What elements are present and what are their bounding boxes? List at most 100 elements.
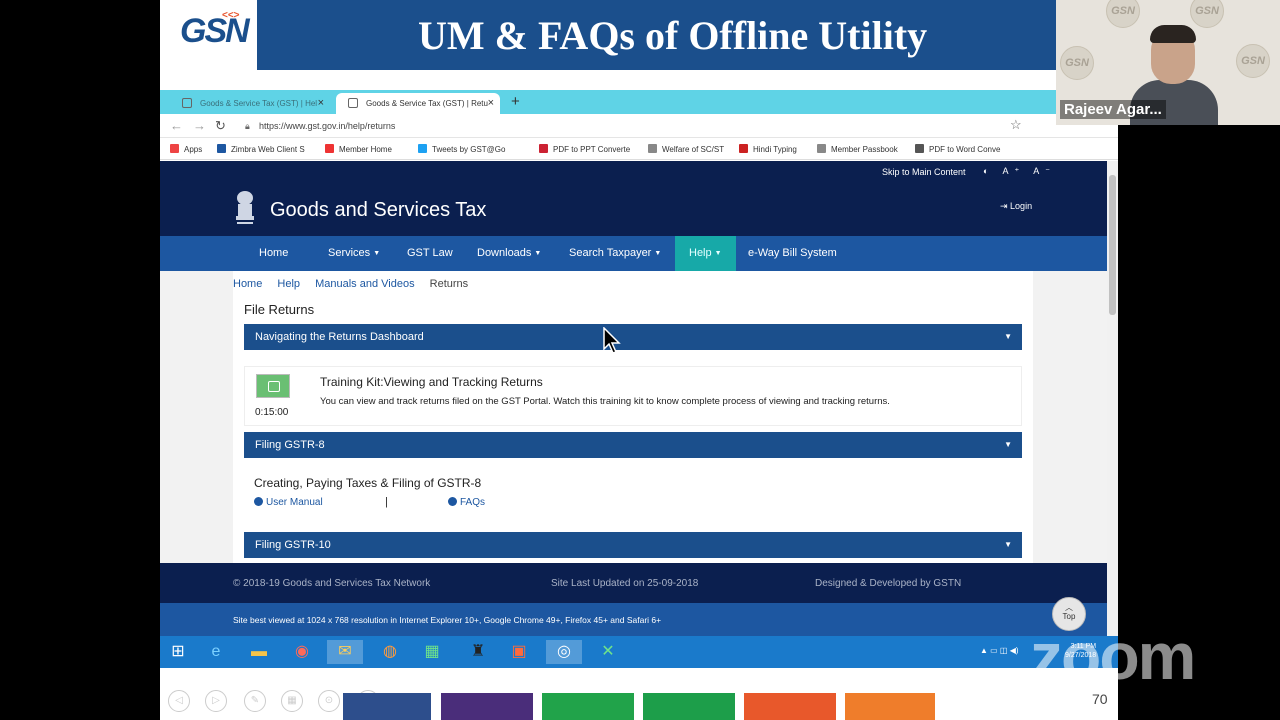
breadcrumb-item[interactable]: Home [233,278,262,290]
bookmark-item[interactable]: Apps [170,144,202,154]
gstn-badge-icon: GSN [1060,46,1094,80]
file-explorer-icon[interactable]: ▬ [241,640,277,664]
zoom-icon[interactable]: ⊙ [318,690,340,712]
accordion-returns-dashboard[interactable]: Navigating the Returns Dashboard ▼ [244,324,1022,350]
bookmark-item[interactable]: Zimbra Web Client S [217,144,305,154]
nav-item-services[interactable]: Services ▼ [314,236,394,271]
bookmark-item[interactable]: PDF to Word Conve [915,144,1000,154]
bookmark-label: Tweets by GST@Go [432,145,506,154]
color-block [441,693,533,720]
training-kit-description: You can view and track returns filed on … [320,396,890,407]
chrome-icon[interactable]: ◎ [546,640,582,664]
close-icon[interactable]: × [488,97,494,109]
forward-icon[interactable]: → [193,118,206,133]
tab-favicon-icon [348,98,358,108]
login-link[interactable]: ⇥ Login [1000,201,1032,212]
spreadsheet-icon[interactable]: ▦ [414,640,450,664]
excel-icon[interactable]: ✕ [590,640,626,664]
national-emblem-icon [236,191,254,224]
breadcrumb-item[interactable]: Help [277,278,300,290]
bookmark-label: Member Passbook [831,145,898,154]
bookmark-item[interactable]: PDF to PPT Converte [539,144,630,154]
back-icon[interactable]: ← [170,118,183,133]
participant-video[interactable]: GSN GSN GSN GSN Rajeev Agar... [1056,0,1280,125]
user-manual-link[interactable]: User Manual [254,497,323,508]
main-content: Home Help Manuals and Videos Returns Fil… [160,271,1107,563]
app-icon[interactable]: ◉ [284,640,320,664]
bookmark-favicon-icon [217,144,226,153]
app-icon[interactable]: ♜ [460,640,496,664]
section-title: File Returns [244,302,315,317]
nav-label: e-Way Bill System [748,247,837,259]
nav-label: Home [259,247,289,259]
training-kit-title[interactable]: Training Kit:Viewing and Tracking Return… [320,375,543,389]
page-scrollbar[interactable] [1107,161,1118,636]
bookmark-item[interactable]: Welfare of SC/ST [648,144,724,154]
browser-toolbar: ← → ↻ 🔒︎ https://www.gst.gov.in/help/ret… [160,114,1118,138]
nav-item-help[interactable]: Help ▼ [675,236,736,271]
browser-tab[interactable]: Goods & Service Tax (GST) | Hel × [170,93,330,114]
scrollbar-thumb[interactable] [1109,175,1116,315]
pen-icon[interactable]: ✎ [244,690,266,712]
chevron-up-icon: ︿ [1065,603,1073,612]
accordion-filing-gstr10[interactable]: Filing GSTR-10 ▼ [244,532,1022,558]
bookmark-label: PDF to PPT Converte [553,145,631,154]
browser-tab-active[interactable]: Goods & Service Tax (GST) | Retu × [336,93,500,114]
browser-tab-strip: Goods & Service Tax (GST) | Hel × Goods … [160,90,1118,114]
windows-start-icon[interactable]: ⊞ [160,640,196,664]
slides-grid-icon[interactable]: ▦ [281,690,303,712]
accordion-filing-gstr8[interactable]: Filing GSTR-8 ▼ [244,432,1022,458]
slideshow-next-icon[interactable]: ▷ [205,690,227,712]
bookmark-favicon-icon [817,144,826,153]
bookmark-favicon-icon [325,144,334,153]
color-block [643,693,735,720]
system-tray[interactable]: ▲ ▭ ◫ ◀) [980,646,1019,655]
powerpoint-icon[interactable]: ▣ [501,640,537,664]
video-duration: 0:15:00 [255,407,289,418]
nav-label: Help [689,247,712,259]
skip-to-content-link[interactable]: Skip to Main Content [882,167,966,177]
bookmark-label: Apps [184,145,203,154]
breadcrumb-item[interactable]: Manuals and Videos [315,278,414,290]
user-manual-label: User Manual [266,497,323,508]
caret-down-icon: ▼ [373,250,381,257]
caret-down-icon: ▼ [654,250,662,257]
bookmark-item[interactable]: Tweets by GST@Go [418,144,505,154]
nav-item-downloads[interactable]: Downloads ▼ [463,236,555,271]
bookmark-item[interactable]: Member Home [325,144,392,154]
color-block [744,693,836,720]
breadcrumb-separator [268,278,271,290]
bookmark-favicon-icon [648,144,657,153]
nav-item-gst-law[interactable]: GST Law [393,236,467,271]
close-icon[interactable]: × [318,97,324,109]
outlook-icon[interactable]: ✉ [327,640,363,664]
bookmark-item[interactable]: Hindi Typing [739,144,797,154]
developed-by-text: Designed & Developed by GSTN [815,578,962,589]
site-nav: Home Services ▼ GST Law Downloads ▼ Search Tax… [160,236,1107,271]
caret-down-icon: ▼ [1004,332,1012,341]
nav-label: Search Taxpayer [569,247,652,259]
bookmark-star-icon[interactable]: ☆ [1010,117,1022,133]
nav-item-e-way-bill-system[interactable]: e-Way Bill System [734,236,851,271]
faqs-link[interactable]: FAQs [448,497,485,508]
copyright-text: © 2018-19 Goods and Services Tax Network [233,578,431,589]
reload-icon[interactable]: ↻ [215,118,226,134]
video-thumbnail-icon[interactable] [256,374,290,398]
slideshow-prev-icon[interactable]: ◁ [168,690,190,712]
color-block [542,693,634,720]
nav-item-home[interactable]: Home [245,236,302,271]
training-kit-card: 0:15:00 Training Kit:Viewing and Trackin… [244,366,1022,426]
site-footer-bottom: Site best viewed at 1024 x 768 resolutio… [160,603,1107,636]
address-bar[interactable]: https://www.gst.gov.in/help/returns [259,121,395,131]
gstn-badge-icon: GSN [1236,44,1270,78]
internet-explorer-icon[interactable]: e [198,640,234,664]
arrow-circle-icon [254,497,263,506]
new-tab-button[interactable]: + [511,93,520,110]
nav-item-search-taxpayer[interactable]: Search Taxpayer ▼ [555,236,675,271]
accessibility-controls[interactable]: ◐ A⁺ A⁻ [983,166,1056,177]
caret-down-icon: ▼ [714,250,722,257]
bookmark-item[interactable]: Member Passbook [817,144,898,154]
last-updated-text: Site Last Updated on 25-09-2018 [551,578,699,589]
zoom-watermark: zoom [1030,619,1196,693]
firefox-icon[interactable]: ◍ [372,640,408,664]
